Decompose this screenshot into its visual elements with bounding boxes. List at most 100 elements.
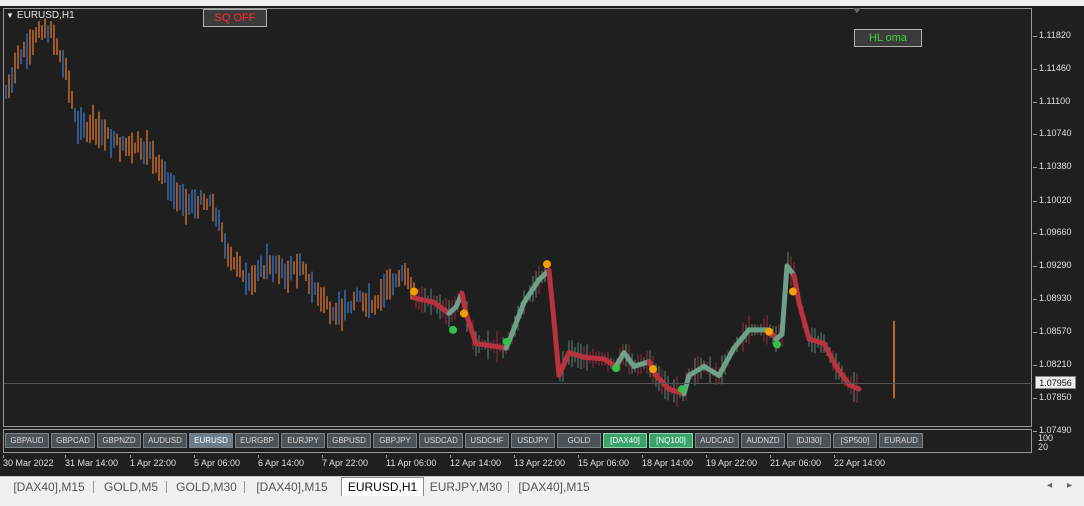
oma-line-segment [796,299,812,342]
chart-tab[interactable]: GOLD,M5 [97,478,165,496]
time-tick-label: 7 Apr 22:00 [322,455,369,468]
symbol-button-eurusd[interactable]: EURUSD [189,433,233,448]
symbol-button-gbpcad[interactable]: GBPCAD [51,433,95,448]
symbol-button-gold[interactable]: GOLD [557,433,601,448]
oma-line-segment [731,327,752,351]
sq-toggle-button[interactable]: SQ OFF [203,9,267,27]
symbol-button-usdchf[interactable]: USDCHF [465,433,509,448]
dropdown-triangle-icon[interactable]: ▼ [6,11,14,20]
symbol-button-eurjpy[interactable]: EURJPY [281,433,325,448]
tab-separator [244,481,245,493]
time-tick-label: 15 Apr 06:00 [578,455,630,468]
symbol-button-eurgbp[interactable]: EURGBP [235,433,279,448]
oma-line-segment [431,299,452,316]
green-signal-dot [773,340,781,349]
oma-line-segment [716,345,737,378]
green-signal-dot [503,337,511,346]
symbol-button-nq100[interactable]: [NQ100] [649,433,693,448]
green-signal-dot [678,385,686,394]
price-tick-label: 1.10740 [1033,128,1072,138]
time-tick-label: 30 Mar 2022 [3,455,54,468]
oma-line-segment [473,341,497,349]
symbol-button-gbpnzd[interactable]: GBPNZD [97,433,141,448]
symbol-button-dax40[interactable]: [DAX40] [603,433,647,448]
bottom-strip [0,497,1084,506]
green-signal-dot [612,364,620,373]
symbol-button-usdjpy[interactable]: USDJPY [511,433,555,448]
oma-line-segment [546,268,557,324]
chart-window[interactable]: ▼ EURUSD,H1 SQ OFF HL oma 1.11820 1.11460 1… [0,6,1084,476]
symbol-button-euraud[interactable]: EURAUD [879,433,923,448]
symbol-title-text: EURUSD,H1 [16,10,75,21]
symbol-button-usdcad[interactable]: USDCAD [419,433,463,448]
chart-tab[interactable]: [DAX40],M15 [248,478,336,496]
price-tick-label: 1.08570 [1033,326,1072,336]
oma-line-segment [821,341,839,369]
time-tick-label: 11 Apr 06:00 [386,455,437,468]
oma-line-segment [701,363,722,378]
price-chart-area[interactable] [3,8,1032,427]
green-signal-dot [449,325,457,334]
tab-scroll-left-icon[interactable]: ◂ [1047,480,1052,491]
symbol-button-gbpaud[interactable]: GBPAUD [5,433,49,448]
hl-oma-button[interactable]: HL oma [854,29,922,47]
symbol-button-gbpjpy[interactable]: GBPJPY [373,433,417,448]
chart-tab[interactable]: EURUSD,H1 [341,477,424,496]
price-tick-label: 1.10380 [1033,161,1072,171]
time-tick-label: 13 Apr 22:00 [514,455,566,468]
shift-marker-icon[interactable] [853,8,861,13]
price-tick-label: 1.10020 [1033,195,1072,205]
time-tick-label: 6 Apr 14:00 [258,455,305,468]
oma-line-segment [551,318,562,378]
symbol-button-audnzd[interactable]: AUDNZD [741,433,785,448]
oma-line-segment [779,263,790,337]
symbol-button-audcad[interactable]: AUDCAD [695,433,739,448]
tab-separator [508,481,509,493]
orange-signal-dot [789,287,797,296]
price-tick-label: 1.09290 [1033,260,1072,270]
time-tick-label: 19 Apr 22:00 [706,455,758,468]
chart-tab[interactable]: [DAX40],M15 [6,478,92,496]
price-tick-label: 1.07850 [1033,392,1072,402]
symbol-title: ▼ EURUSD,H1 [6,10,75,21]
oma-line-segment [556,350,572,378]
oma-line-segment [521,277,542,305]
oma-line-segment [507,299,527,342]
price-tick-label: 1.11460 [1033,63,1071,73]
price-tick-label: 1.11100 [1032,96,1071,106]
time-tick-label: 5 Apr 06:00 [194,455,241,468]
tab-scroll-right-icon[interactable]: ▸ [1067,480,1072,491]
oma-line-segment [581,354,607,362]
time-tick-label: 1 Apr 22:00 [130,455,177,468]
current-price-line [4,383,1032,384]
orange-signal-dot [649,365,657,374]
symbol-button-audusd[interactable]: AUDUSD [143,433,187,448]
price-tick-label: 1.09660 [1033,227,1072,237]
time-tick-label: 12 Apr 14:00 [450,455,502,468]
orange-signal-dot [543,260,551,269]
orange-signal-dot [460,309,468,318]
orange-signal-dot [410,287,418,296]
price-tick-label: 1.08930 [1033,293,1072,303]
orange-signal-dot [765,327,773,336]
time-tick-label: 22 Apr 14:00 [834,455,886,468]
chart-tab[interactable]: [DAX40],M15 [512,478,596,496]
time-tick-label: 31 Mar 14:00 [65,455,119,468]
symbol-button-sp500[interactable]: [SP500] [833,433,877,448]
time-axis[interactable]: 30 Mar 2022 31 Mar 14:00 1 Apr 22:00 5 Apr … [0,455,1034,476]
chart-tab[interactable]: GOLD,M30 [170,478,243,496]
indicator-axis-min: 20 [1038,442,1049,452]
price-chart-svg [5,18,895,407]
tab-separator [166,481,167,493]
time-tick-label: 18 Apr 14:00 [642,455,694,468]
chart-tab[interactable]: EURJPY,M30 [425,478,507,496]
chart-tab-bar: [DAX40],M15 GOLD,M5 GOLD,M30 [DAX40],M15 EUR… [0,476,1084,498]
symbol-button-gbpusd[interactable]: GBPUSD [327,433,371,448]
tab-separator [93,481,94,493]
time-tick-label: 21 Apr 06:00 [770,455,822,468]
price-tick-label: 1.11820 [1033,30,1071,40]
oma-line-segment [686,363,707,378]
current-price-label: 1.07956 [1035,376,1076,389]
price-tick-label: 1.08210 [1033,359,1072,369]
symbol-button-dji30[interactable]: [DJI30] [787,433,831,448]
